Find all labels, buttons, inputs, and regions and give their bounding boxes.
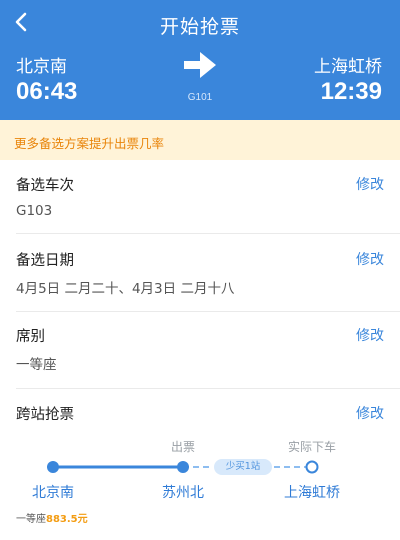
row-label: 备选日期: [16, 253, 74, 269]
row-label: 跨站抢票: [16, 407, 74, 423]
arrival-station: 上海虹桥: [314, 57, 382, 77]
arrival-time: 12:39: [320, 78, 382, 105]
departure-station: 北京南: [16, 57, 67, 77]
price-line: 一等座883.5元: [16, 510, 88, 525]
edit-train-button[interactable]: 修改: [356, 174, 384, 194]
ticket-label: 出票: [170, 440, 195, 454]
skip-station-badge: 少买1站: [214, 459, 272, 475]
row-value: 4月5日 二月二十、4月3日 二月十八: [16, 281, 235, 297]
row-label: 席别: [16, 329, 45, 345]
divider: [16, 233, 400, 234]
divider: [16, 311, 400, 312]
edit-seat-button[interactable]: 修改: [356, 325, 384, 345]
divider: [16, 388, 400, 389]
origin-node: [47, 461, 59, 473]
edit-date-button[interactable]: 修改: [356, 249, 384, 269]
route-station-middle: 苏州北: [162, 485, 204, 501]
right-arrow-icon: [184, 52, 216, 78]
price-amount: 883.5元: [46, 514, 88, 525]
edit-cross-station-button[interactable]: 修改: [356, 403, 384, 423]
route-station-origin: 北京南: [32, 485, 74, 501]
route-station-destination: 上海虹桥: [284, 485, 340, 501]
seat-type: 一等座: [16, 514, 46, 525]
ticket-node: [177, 461, 189, 473]
destination-node: [305, 460, 319, 474]
row-label: 备选车次: [16, 178, 74, 194]
row-value: G103: [16, 203, 53, 219]
actual-exit-label: 实际下车: [287, 440, 336, 454]
row-value: 一等座: [16, 357, 57, 373]
route-line: [47, 460, 319, 474]
tip-banner: 更多备选方案提升出票几率: [0, 120, 400, 160]
page-title: 开始抢票: [159, 16, 240, 38]
trip-header: 开始抢票 北京南 06:43 G101 上海虹桥 12:39: [0, 0, 400, 120]
